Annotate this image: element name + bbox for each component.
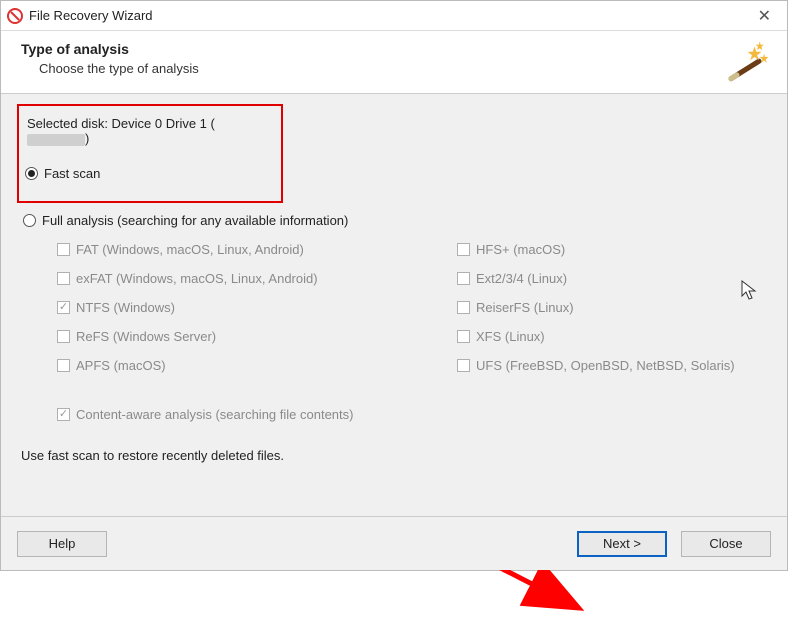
wizard-wand-icon <box>719 41 771 85</box>
help-button[interactable]: Help <box>17 531 107 557</box>
window-close-button[interactable]: ✕ <box>750 2 779 30</box>
page-heading: Type of analysis <box>21 41 199 57</box>
checkbox-icon <box>457 330 470 343</box>
footer-right: Next > Close <box>577 531 771 557</box>
hint-text: Use fast scan to restore recently delete… <box>21 448 771 463</box>
full-analysis-option[interactable]: Full analysis (searching for any availab… <box>23 213 771 228</box>
fs-checkbox-ufs[interactable]: UFS (FreeBSD, OpenBSD, NetBSD, Solaris) <box>457 358 777 373</box>
fs-checkbox-refs[interactable]: ReFS (Windows Server) <box>57 329 437 344</box>
fs-checkbox-reiserfs[interactable]: ReiserFS (Linux) <box>457 300 777 315</box>
fs-checkbox-exfat[interactable]: exFAT (Windows, macOS, Linux, Android) <box>57 271 437 286</box>
content-aware-checkbox[interactable]: ✓ Content-aware analysis (searching file… <box>57 407 771 422</box>
selected-disk-prefix: Selected disk: <box>27 116 112 131</box>
page-subheading: Choose the type of analysis <box>39 61 199 76</box>
checkbox-icon <box>57 243 70 256</box>
fs-checkbox-xfs[interactable]: XFS (Linux) <box>457 329 777 344</box>
fast-scan-option[interactable]: Fast scan <box>25 166 271 181</box>
radio-icon <box>23 214 36 227</box>
checkbox-icon <box>57 359 70 372</box>
selected-disk-suffix: ) <box>85 131 89 146</box>
redacted-disk-name <box>27 134 85 146</box>
next-button[interactable]: Next > <box>577 531 667 557</box>
checkbox-icon <box>457 243 470 256</box>
checkbox-icon <box>57 330 70 343</box>
checkbox-icon: ✓ <box>57 301 70 314</box>
checkbox-icon <box>57 272 70 285</box>
wizard-header: Type of analysis Choose the type of anal… <box>1 31 787 94</box>
close-button[interactable]: Close <box>681 531 771 557</box>
full-analysis-section: Full analysis (searching for any availab… <box>17 213 771 422</box>
filesystem-grid: FAT (Windows, macOS, Linux, Android) HFS… <box>57 242 771 373</box>
fs-checkbox-fat[interactable]: FAT (Windows, macOS, Linux, Android) <box>57 242 437 257</box>
wizard-window: File Recovery Wizard ✕ Type of analysis … <box>0 0 788 571</box>
fs-checkbox-hfs[interactable]: HFS+ (macOS) <box>457 242 777 257</box>
wizard-body: Selected disk: Device 0 Drive 1 () Fast … <box>1 94 787 519</box>
full-analysis-label: Full analysis (searching for any availab… <box>42 213 348 228</box>
window-title: File Recovery Wizard <box>29 8 153 23</box>
selected-disk-label: Selected disk: Device 0 Drive 1 () <box>27 116 271 146</box>
highlight-annotation: Selected disk: Device 0 Drive 1 () Fast … <box>17 104 283 203</box>
checkbox-icon <box>457 359 470 372</box>
titlebar-left: File Recovery Wizard <box>7 8 153 24</box>
titlebar: File Recovery Wizard ✕ <box>1 1 787 31</box>
fs-checkbox-ntfs[interactable]: ✓NTFS (Windows) <box>57 300 437 315</box>
wizard-footer: Help Next > Close <box>1 516 787 570</box>
radio-icon <box>25 167 38 180</box>
fs-checkbox-apfs[interactable]: APFS (macOS) <box>57 358 437 373</box>
checkbox-icon: ✓ <box>57 408 70 421</box>
fs-checkbox-ext[interactable]: Ext2/3/4 (Linux) <box>457 271 777 286</box>
checkbox-icon <box>457 272 470 285</box>
fast-scan-label: Fast scan <box>44 166 100 181</box>
checkbox-icon <box>457 301 470 314</box>
app-icon <box>7 8 23 24</box>
selected-disk-value: Device 0 Drive 1 ( <box>112 116 215 131</box>
content-aware-label: Content-aware analysis (searching file c… <box>76 407 353 422</box>
header-text: Type of analysis Choose the type of anal… <box>21 41 199 76</box>
